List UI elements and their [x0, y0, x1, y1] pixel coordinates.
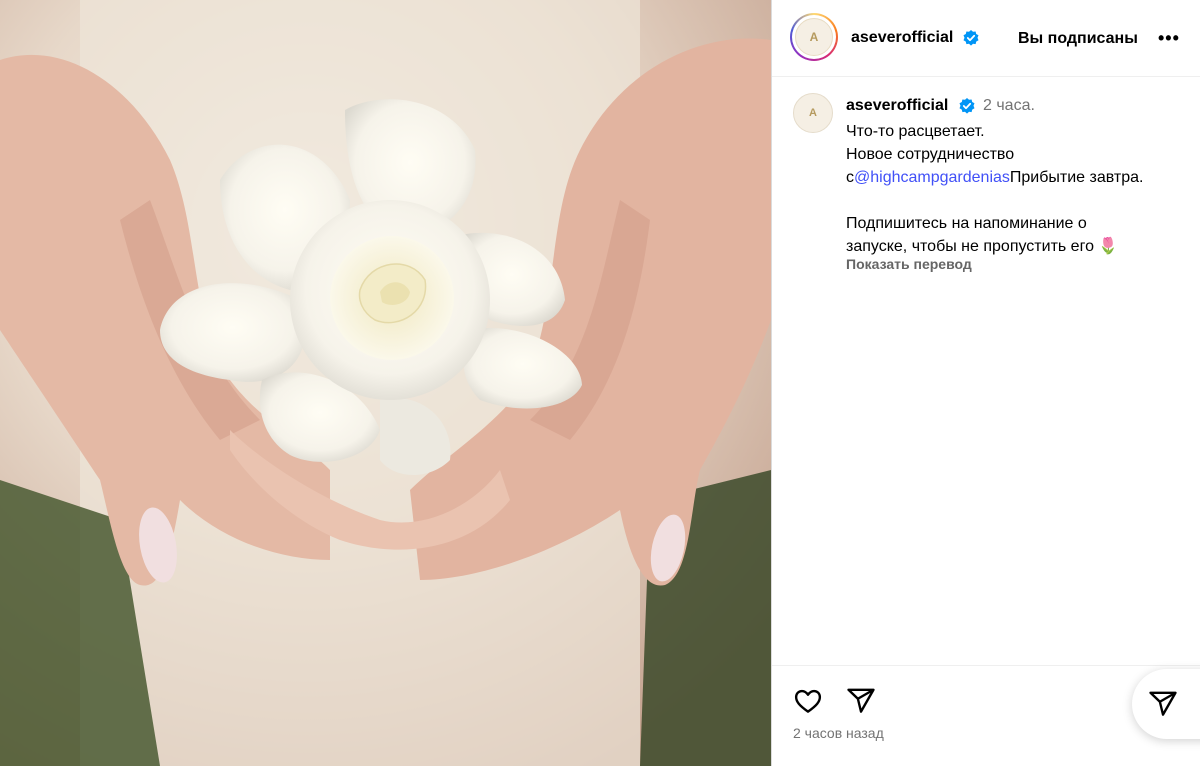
mention-link[interactable]: @highcampgardenias — [854, 169, 1010, 186]
floating-share-button[interactable] — [1132, 669, 1200, 739]
caption-line: Что-то расцветает. — [846, 123, 985, 140]
caption-blank — [846, 189, 1186, 212]
verified-badge-icon — [959, 98, 975, 114]
verified-badge-icon — [963, 30, 979, 46]
heart-icon[interactable] — [793, 686, 823, 716]
story-avatar[interactable]: A — [790, 13, 838, 61]
post-username[interactable]: aseverofficial — [851, 29, 953, 47]
avatar: A — [795, 18, 833, 56]
caption-avatar[interactable]: A — [793, 93, 833, 133]
post-actions: 2 часов назад — [772, 665, 1200, 767]
avatar-inner: A — [792, 15, 836, 59]
show-translation-link[interactable]: Показать перевод — [846, 256, 972, 272]
caption-text-part: запуске, чтобы не пропустить его — [846, 238, 1094, 255]
post-image[interactable] — [0, 0, 771, 766]
photo-hands-holding-flower — [0, 0, 771, 766]
caption-line: запуске, чтобы не пропустить его 🌷 — [846, 235, 1186, 258]
post-side-panel: A aseverofficial Вы подписаны ••• A asev… — [771, 0, 1200, 766]
more-horizontal-icon[interactable]: ••• — [1158, 28, 1180, 49]
caption-suffix: Прибытие завтра. — [1009, 169, 1144, 186]
caption-prefix: с — [846, 169, 854, 186]
send-icon[interactable] — [846, 686, 876, 716]
caption-username[interactable]: aseverofficial — [846, 97, 948, 115]
caption-line: Новое сотрудничество — [846, 146, 1015, 163]
caption-line: с@highcampgardeniasПрибытие завтра. — [846, 166, 1186, 189]
caption-line: Подпишитесь на напоминание о — [846, 215, 1087, 232]
follow-status-button[interactable]: Вы подписаны — [1018, 30, 1138, 48]
send-icon — [1149, 691, 1177, 716]
post-header: A aseverofficial Вы подписаны ••• — [772, 0, 1200, 77]
post-timestamp[interactable]: 2 часов назад — [793, 725, 884, 741]
tulip-emoji: 🌷 — [1098, 238, 1119, 255]
caption-time[interactable]: 2 часа. — [983, 97, 1035, 115]
caption-text: Что-то расцветает. Новое сотрудничество … — [846, 120, 1186, 258]
